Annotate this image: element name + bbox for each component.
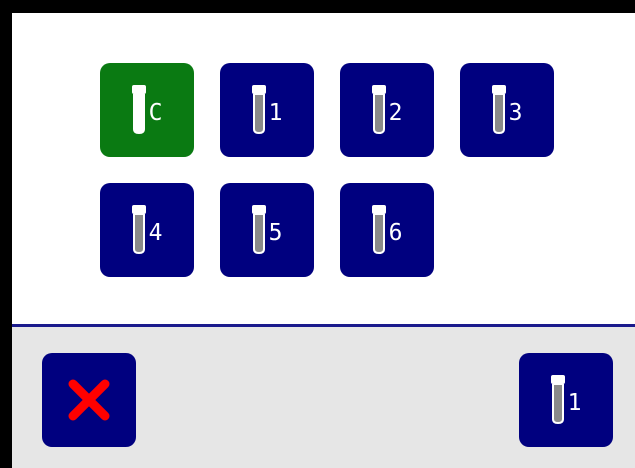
tube-selection-panel (12, 13, 635, 324)
tube-label: 6 (388, 219, 403, 246)
tube-label: C (148, 99, 163, 126)
tube-button-5[interactable]: 5 (220, 183, 314, 277)
test-tube-icon (550, 375, 565, 424)
test-tube-icon (131, 205, 146, 254)
tube-label: 4 (148, 219, 163, 246)
test-tube-icon (371, 85, 386, 134)
tube-button-3[interactable]: 3 (460, 63, 554, 157)
test-tube-icon (251, 205, 266, 254)
test-tube-icon (371, 205, 386, 254)
tube-button-6[interactable]: 6 (340, 183, 434, 277)
test-tube-icon (131, 85, 146, 134)
tube-label: 5 (268, 219, 283, 246)
tube-label: 2 (388, 99, 403, 126)
current-tube-button[interactable]: 1 (519, 353, 613, 447)
tube-button-1[interactable]: 1 (220, 63, 314, 157)
tube-button-c[interactable]: C (100, 63, 194, 157)
test-tube-icon (491, 85, 506, 134)
close-icon (68, 379, 110, 421)
cancel-button[interactable] (42, 353, 136, 447)
tube-label: 1 (268, 99, 283, 126)
tube-button-2[interactable]: 2 (340, 63, 434, 157)
tube-button-4[interactable]: 4 (100, 183, 194, 277)
current-tube-label: 1 (567, 389, 582, 416)
test-tube-icon (251, 85, 266, 134)
tube-label: 3 (508, 99, 523, 126)
